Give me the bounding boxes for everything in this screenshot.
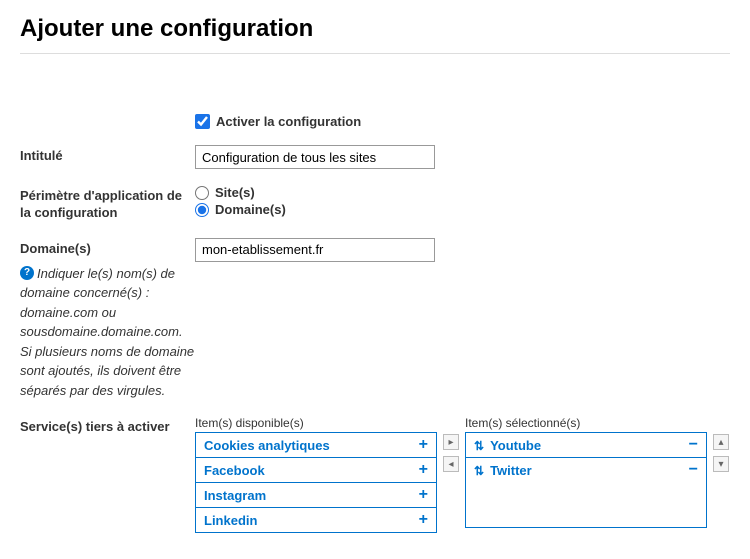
radio-domaine[interactable] — [195, 203, 209, 217]
services-label: Service(s) tiers à activer — [20, 416, 195, 436]
domaines-help: ?Indiquer le(s) nom(s) de domaine concer… — [20, 264, 195, 401]
divider — [20, 53, 730, 54]
spacer — [20, 114, 195, 117]
activate-label: Activer la configuration — [216, 114, 361, 129]
available-title: Item(s) disponible(s) — [195, 416, 437, 430]
radio-site-label: Site(s) — [215, 185, 255, 200]
help-icon: ? — [20, 266, 34, 280]
minus-icon: − — [689, 462, 698, 478]
plus-icon: + — [419, 437, 428, 453]
plus-icon: + — [419, 462, 428, 478]
move-down-button[interactable]: ▾ — [713, 456, 729, 472]
sort-icon: ⇅ — [474, 464, 484, 478]
list-item[interactable]: Linkedin+ — [196, 508, 436, 532]
selected-listbox: ⇅Youtube − ⇅Twitter − — [465, 432, 707, 528]
list-item[interactable]: Facebook+ — [196, 458, 436, 483]
list-item[interactable]: Cookies analytiques+ — [196, 433, 436, 458]
intitule-label: Intitulé — [20, 145, 195, 165]
sort-icon: ⇅ — [474, 439, 484, 453]
available-listbox: Cookies analytiques+ Facebook+ Instagram… — [195, 432, 437, 533]
radio-domaine-label: Domaine(s) — [215, 202, 286, 217]
move-up-button[interactable]: ▴ — [713, 434, 729, 450]
radio-site[interactable] — [195, 186, 209, 200]
move-left-button[interactable]: ◂ — [443, 456, 459, 472]
domaines-label: Domaine(s) — [20, 241, 91, 256]
activate-checkbox[interactable] — [195, 114, 210, 129]
plus-icon: + — [419, 512, 428, 528]
list-item[interactable]: Instagram+ — [196, 483, 436, 508]
radio-site-wrapper[interactable]: Site(s) — [195, 185, 730, 200]
minus-icon: − — [689, 437, 698, 453]
page-title: Ajouter une configuration — [20, 15, 730, 43]
perimeter-label: Périmètre d'application de la configurat… — [20, 185, 195, 222]
domaines-input[interactable] — [195, 238, 435, 262]
plus-icon: + — [419, 487, 428, 503]
list-item[interactable]: ⇅Youtube − — [466, 433, 706, 458]
intitule-input[interactable] — [195, 145, 435, 169]
radio-domaine-wrapper[interactable]: Domaine(s) — [195, 202, 730, 217]
list-item[interactable]: ⇅Twitter − — [466, 458, 706, 482]
move-right-button[interactable]: ▸ — [443, 434, 459, 450]
selected-title: Item(s) sélectionné(s) — [465, 416, 707, 430]
